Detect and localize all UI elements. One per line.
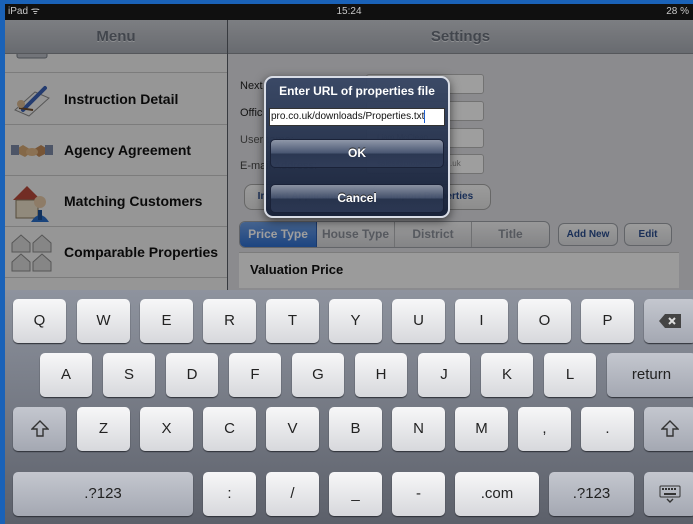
key-f[interactable]: F xyxy=(229,353,281,397)
key-u[interactable]: U xyxy=(392,299,445,343)
shift-key-right[interactable] xyxy=(644,407,693,451)
text-caret xyxy=(424,109,426,123)
numbers-key-left[interactable]: .?123 xyxy=(13,472,193,516)
shift-icon xyxy=(661,420,679,437)
key-n[interactable]: N xyxy=(392,407,445,451)
key-c[interactable]: C xyxy=(203,407,256,451)
key-p[interactable]: P xyxy=(581,299,634,343)
onscreen-keyboard: Q W E R T Y U I O P A S D F G H J K L re… xyxy=(5,290,693,524)
key-i[interactable]: I xyxy=(455,299,508,343)
key-b[interactable]: B xyxy=(329,407,382,451)
alert-title: Enter URL of properties file xyxy=(279,84,435,98)
backspace-key[interactable] xyxy=(644,299,693,343)
key-l[interactable]: L xyxy=(544,353,596,397)
ok-button[interactable]: OK xyxy=(270,139,444,168)
key-h[interactable]: H xyxy=(355,353,407,397)
key-k[interactable]: K xyxy=(481,353,533,397)
hide-keyboard-key[interactable] xyxy=(644,472,693,516)
key-w[interactable]: W xyxy=(77,299,130,343)
return-key[interactable]: return xyxy=(607,353,693,397)
key-x[interactable]: X xyxy=(140,407,193,451)
keyboard-hide-icon xyxy=(659,485,681,504)
key-t[interactable]: T xyxy=(266,299,319,343)
url-alert-dialog: Enter URL of properties file pro.co.uk/d… xyxy=(264,76,450,218)
status-time: 15:24 xyxy=(336,6,362,17)
key-slash[interactable]: / xyxy=(266,472,319,516)
key-d[interactable]: D xyxy=(166,353,218,397)
key-v[interactable]: V xyxy=(266,407,319,451)
url-input[interactable]: pro.co.uk/downloads/Properties.txt xyxy=(269,108,445,126)
shift-key-left[interactable] xyxy=(13,407,66,451)
shift-icon xyxy=(30,420,49,437)
key-q[interactable]: Q xyxy=(13,299,66,343)
key-a[interactable]: A xyxy=(40,353,92,397)
key-z[interactable]: Z xyxy=(77,407,130,451)
key-j[interactable]: J xyxy=(418,353,470,397)
url-input-text: pro.co.uk/downloads/Properties.txt xyxy=(271,111,425,122)
cancel-button[interactable]: Cancel xyxy=(270,184,444,213)
key-comma[interactable]: , xyxy=(518,407,571,451)
key-underscore[interactable]: _ xyxy=(329,472,382,516)
key-hyphen[interactable]: - xyxy=(392,472,445,516)
key-g[interactable]: G xyxy=(292,353,344,397)
numbers-key-right[interactable]: .?123 xyxy=(549,472,634,516)
key-m[interactable]: M xyxy=(455,407,508,451)
ipad-screen: iPad ᯤ 15:24 28 % Menu Settings Instruct… xyxy=(5,4,693,524)
key-dotcom[interactable]: .com xyxy=(455,472,539,516)
key-e[interactable]: E xyxy=(140,299,193,343)
key-s[interactable]: S xyxy=(103,353,155,397)
key-colon[interactable]: : xyxy=(203,472,256,516)
battery-level: 28 % xyxy=(666,6,689,17)
key-y[interactable]: Y xyxy=(329,299,382,343)
key-period[interactable]: . xyxy=(581,407,634,451)
status-bar: iPad ᯤ 15:24 28 % xyxy=(5,4,693,20)
backspace-icon xyxy=(659,314,681,329)
key-o[interactable]: O xyxy=(518,299,571,343)
key-r[interactable]: R xyxy=(203,299,256,343)
